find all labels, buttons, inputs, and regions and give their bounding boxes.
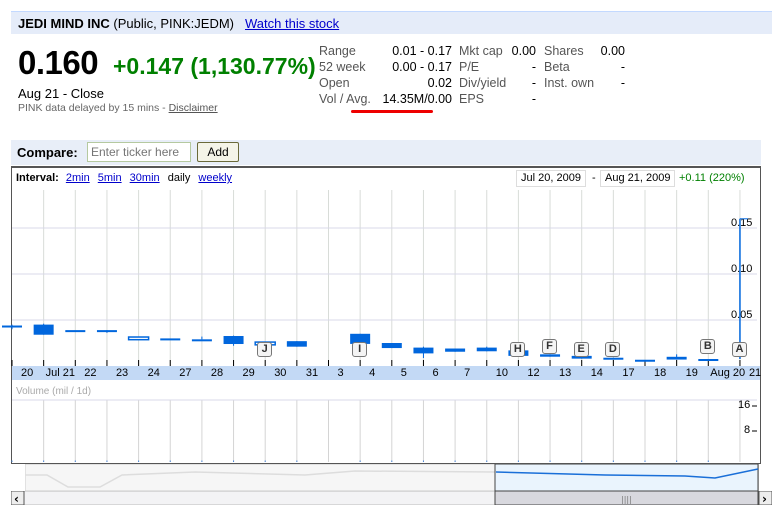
candle — [223, 336, 244, 345]
date-label: 17 — [622, 367, 635, 379]
date-label: 24 — [147, 367, 160, 379]
date-label: 29 — [242, 367, 255, 379]
candle — [286, 341, 307, 347]
event-flag[interactable]: H — [510, 342, 526, 357]
date-label: Aug 20 — [710, 367, 746, 379]
candle — [191, 339, 212, 342]
volume-tick-16: 16 — [738, 399, 751, 411]
volume-label: Volume (mil / 1d) — [16, 386, 92, 397]
date-label: 20 — [21, 367, 34, 379]
event-flag[interactable]: E — [573, 342, 589, 357]
date-label: 13 — [559, 367, 572, 379]
event-flag[interactable]: B — [700, 339, 716, 354]
date-label: 30 — [274, 367, 287, 379]
scroll-left-arrow[interactable]: ‹ — [11, 491, 25, 505]
candle — [476, 347, 497, 352]
event-flag[interactable]: J — [257, 342, 273, 357]
event-flag[interactable]: D — [605, 342, 621, 357]
date-label: 12 — [527, 367, 540, 379]
event-flag[interactable]: I — [352, 342, 368, 357]
svg-text:›: › — [762, 492, 767, 505]
y-tick-label: 0.10 — [731, 263, 752, 275]
date-label: 19 — [685, 367, 698, 379]
date-label: Jul 21 — [45, 367, 75, 379]
candle — [65, 330, 86, 333]
candle — [160, 338, 181, 341]
date-label: 23 — [115, 367, 129, 379]
candle — [603, 357, 624, 360]
date-label: 27 — [179, 367, 192, 379]
price-chart[interactable]: 0.150.100.05 — [0, 0, 772, 507]
date-label: 4 — [369, 367, 376, 379]
date-label: 21 — [748, 367, 762, 379]
volume-tick-8: 8 — [744, 424, 751, 436]
date-label: 14 — [590, 367, 603, 379]
candle — [2, 325, 22, 328]
svg-text:||||: |||| — [621, 495, 632, 504]
date-label: 6 — [432, 367, 439, 379]
candle — [698, 359, 719, 362]
range-navigator[interactable] — [25, 464, 759, 491]
scroll-right-arrow[interactable]: › — [758, 491, 772, 505]
date-label: 10 — [495, 367, 508, 379]
svg-text:‹: ‹ — [14, 492, 19, 505]
date-label: 31 — [305, 367, 319, 379]
candle — [635, 359, 655, 362]
candle — [666, 356, 687, 360]
date-label: 18 — [654, 367, 667, 379]
candle — [413, 347, 434, 354]
event-flag[interactable]: F — [542, 339, 558, 354]
chart-scrollbar[interactable]: ‹ › |||| — [11, 491, 772, 505]
y-tick-label: 0.05 — [731, 309, 752, 321]
candle — [381, 343, 402, 349]
candle — [540, 354, 561, 357]
candle — [445, 348, 466, 352]
candle — [33, 324, 54, 335]
date-label: 5 — [400, 367, 407, 379]
candle — [96, 330, 117, 333]
date-label: 3 — [337, 367, 344, 379]
date-label: 22 — [84, 367, 97, 379]
candle — [127, 336, 150, 341]
event-flag[interactable]: A — [731, 342, 747, 357]
date-label: 7 — [464, 367, 471, 379]
date-label: 28 — [210, 367, 224, 379]
